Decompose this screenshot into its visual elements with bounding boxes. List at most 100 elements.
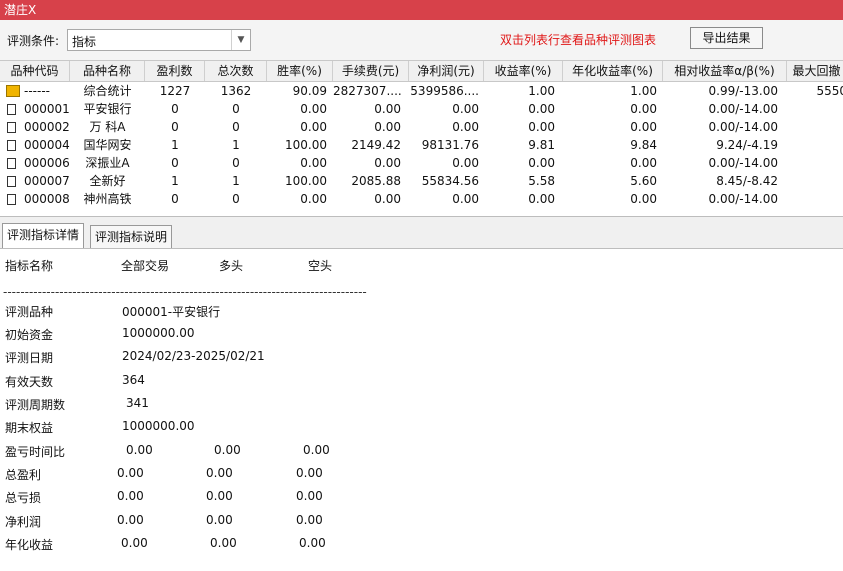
- table-row[interactable]: 000004 国华网安 1 1 100.00 2149.42 98131.76 9.81 9.8…: [0, 136, 843, 154]
- table-cell: 神州高铁: [83, 192, 132, 206]
- column-header[interactable]: 年化收益率(%): [563, 61, 663, 81]
- table-row[interactable]: 000007 全新好 1 1 100.00 2085.88 55834.56 5.58 5.60…: [0, 172, 843, 190]
- info-value: 364: [122, 373, 145, 387]
- table-cell: 5.58: [528, 174, 555, 188]
- table-cell: 0.99/-13.00: [708, 84, 778, 98]
- info-value: 341: [126, 396, 149, 410]
- table-cell: 0.00: [630, 192, 657, 206]
- results-table[interactable]: 品种代码 品种名称 盈利数 总次数 胜率(%) 手续费(元) 净利润(元) 收益率(%) 年化收…: [0, 60, 843, 217]
- table-cell: 全新好: [89, 174, 126, 188]
- column-header[interactable]: 手续费(元): [333, 61, 409, 81]
- detail-header-short: 空头: [308, 259, 333, 273]
- table-cell: 0.00: [528, 156, 555, 170]
- info-value: 000001-平安银行: [122, 305, 221, 319]
- table-row[interactable]: 000002 万 科A 0 0 0.00 0.00 0.00 0.00 0.00 0.00/-14…: [0, 118, 843, 136]
- document-icon: [7, 176, 16, 187]
- separator-line: ----------------------------------------…: [3, 285, 367, 299]
- table-cell: 100.00: [285, 138, 327, 152]
- table-cell: 9.24/-4.19: [716, 138, 778, 152]
- column-header[interactable]: 净利润(元): [409, 61, 484, 81]
- detail-header-name: 指标名称: [5, 259, 54, 273]
- column-header[interactable]: 收益率(%): [484, 61, 563, 81]
- table-cell: 0.00: [374, 102, 401, 116]
- info-label: 有效天数: [5, 375, 54, 389]
- document-icon: [7, 158, 16, 169]
- info-value: 2024/02/23-2025/02/21: [122, 349, 265, 363]
- table-cell: 0.00: [300, 192, 327, 206]
- table-cell: 000004: [24, 138, 70, 152]
- table-row[interactable]: 000008 神州高铁 0 0 0.00 0.00 0.00 0.00 0.00 0.00/-14…: [0, 190, 843, 208]
- metric-value-short: 0.00: [296, 489, 323, 503]
- column-header[interactable]: 品种代码: [0, 61, 70, 81]
- table-cell: 0: [232, 156, 240, 170]
- table-cell: 0.00: [630, 102, 657, 116]
- tab-indicator-details[interactable]: 评测指标详情: [2, 223, 85, 249]
- table-cell: 100.00: [285, 174, 327, 188]
- table-cell: 1: [171, 174, 179, 188]
- table-cell: 0.00/-14.00: [708, 102, 778, 116]
- metric-value-short: 0.00: [303, 443, 330, 457]
- table-cell: 2085.88: [351, 174, 401, 188]
- metric-value-all: 0.00: [126, 443, 153, 457]
- document-icon: [7, 122, 16, 133]
- metric-value-short: 0.00: [296, 466, 323, 480]
- table-cell: 0.00: [300, 102, 327, 116]
- table-cell: 0.00: [452, 192, 479, 206]
- table-cell: 0: [232, 120, 240, 134]
- detail-panel: 指标名称 全部交易 多头 空头 ------------------------…: [0, 248, 843, 571]
- column-header[interactable]: 胜率(%): [267, 61, 333, 81]
- table-cell: 0.00: [300, 120, 327, 134]
- table-body: ------ 综合统计 1227 1362 90.09 2827307.... 539958…: [0, 82, 843, 208]
- table-cell: 0: [232, 192, 240, 206]
- metric-value-long: 0.00: [206, 513, 233, 527]
- summary-icon: [6, 85, 20, 97]
- table-cell: 000006: [24, 156, 70, 170]
- column-header[interactable]: 最大回撤: [787, 61, 843, 81]
- column-header[interactable]: 品种名称: [70, 61, 145, 81]
- condition-select[interactable]: 指标 ▼: [67, 29, 251, 51]
- metric-value-all: 0.00: [117, 513, 144, 527]
- table-cell: 0.00: [452, 156, 479, 170]
- info-label: 评测品种: [5, 305, 54, 319]
- metric-label: 年化收益: [5, 538, 54, 552]
- tab-bar: 评测指标详情 评测指标说明: [0, 216, 843, 249]
- metric-value-long: 0.00: [206, 489, 233, 503]
- table-cell: [787, 172, 843, 190]
- info-value: 1000000.00: [122, 326, 195, 340]
- table-cell: [787, 154, 843, 172]
- table-cell: 5399586....: [410, 84, 479, 98]
- table-cell: 0: [171, 120, 179, 134]
- chevron-down-icon[interactable]: ▼: [231, 30, 250, 50]
- table-cell: 0: [171, 156, 179, 170]
- table-row[interactable]: ------ 综合统计 1227 1362 90.09 2827307.... 539958…: [0, 82, 843, 100]
- table-cell: 国华网安: [83, 138, 132, 152]
- info-label: 初始资金: [5, 328, 54, 342]
- table-cell: 0.00: [630, 156, 657, 170]
- table-row[interactable]: 000006 深振业A 0 0 0.00 0.00 0.00 0.00 0.00 0.00/-14…: [0, 154, 843, 172]
- table-cell: 0.00: [374, 192, 401, 206]
- table-header: 品种代码 品种名称 盈利数 总次数 胜率(%) 手续费(元) 净利润(元) 收益率(%) 年化收…: [0, 61, 843, 82]
- info-label: 期末权益: [5, 421, 54, 435]
- column-header[interactable]: 相对收益率α/β(%): [663, 61, 787, 81]
- column-header[interactable]: 总次数: [205, 61, 267, 81]
- export-button[interactable]: 导出结果: [690, 27, 763, 49]
- table-cell: 0: [232, 102, 240, 116]
- table-cell: 0.00: [528, 192, 555, 206]
- table-cell: 2149.42: [351, 138, 401, 152]
- column-header[interactable]: 盈利数: [145, 61, 205, 81]
- table-cell: 0.00/-14.00: [708, 120, 778, 134]
- table-cell: 000008: [24, 192, 70, 206]
- title-bar: 潜庄X: [0, 0, 843, 20]
- table-cell: 平安银行: [83, 102, 132, 116]
- table-cell: 万 科A: [89, 120, 126, 134]
- table-row[interactable]: 000001 平安银行 0 0 0.00 0.00 0.00 0.00 0.00 0.00/-14…: [0, 100, 843, 118]
- table-cell: [787, 190, 843, 208]
- document-icon: [7, 140, 16, 151]
- metric-value-short: 0.00: [296, 513, 323, 527]
- metric-value-long: 0.00: [214, 443, 241, 457]
- tab-indicator-description[interactable]: 评测指标说明: [90, 225, 173, 248]
- table-cell: 深振业A: [85, 156, 130, 170]
- table-cell: 1: [232, 174, 240, 188]
- table-cell: 1.00: [630, 84, 657, 98]
- table-cell: 000001: [24, 102, 70, 116]
